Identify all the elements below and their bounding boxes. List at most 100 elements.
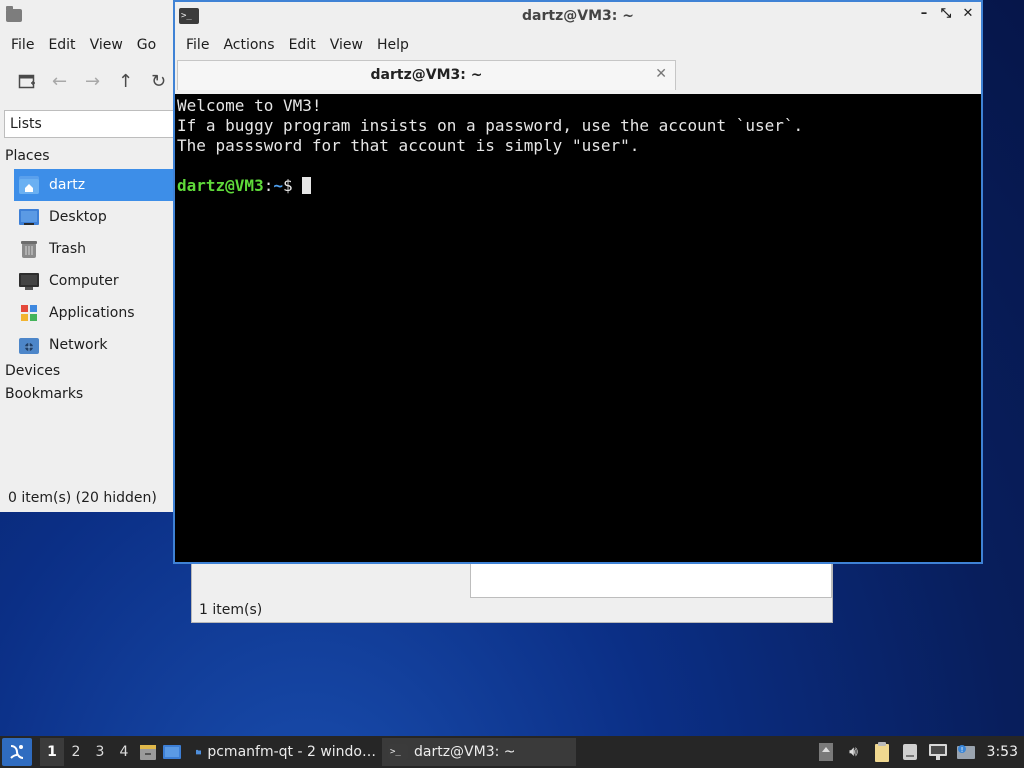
file-list-pane[interactable] — [470, 563, 832, 598]
computer-icon — [19, 272, 39, 290]
notification-button[interactable]: ! — [955, 741, 977, 763]
devices-heading[interactable]: Devices — [5, 363, 60, 379]
drive-icon — [902, 744, 917, 760]
place-item-desktop[interactable]: Desktop — [14, 201, 176, 233]
terminal-output[interactable]: Welcome to VM3! If a buggy program insist… — [175, 94, 981, 562]
terminal-icon: >_ — [388, 744, 408, 760]
desktop-switch-1[interactable]: 1 — [40, 738, 64, 766]
quicklaunch-file-manager[interactable] — [136, 738, 160, 766]
start-menu-button[interactable] — [2, 738, 32, 766]
minimize-button[interactable]: – — [917, 6, 931, 21]
window-controls: – ⤡ ✕ — [917, 6, 975, 21]
term-menu-view[interactable]: View — [323, 37, 370, 53]
fm-menu-view[interactable]: View — [83, 37, 130, 53]
prompt-symbol: $ — [282, 176, 303, 195]
arrow-up-icon: ↑ — [117, 70, 134, 92]
terminal-line: Welcome to VM3! — [177, 96, 322, 115]
network-icon — [19, 336, 39, 354]
maximize-button[interactable]: ⤡ — [939, 6, 953, 21]
volume-button[interactable]: 🔊︎ — [843, 741, 865, 763]
new-tab-button[interactable] — [10, 66, 43, 96]
arrow-left-icon: ← — [51, 70, 68, 92]
place-label: Desktop — [49, 209, 107, 225]
place-label: Computer — [49, 273, 119, 289]
desktop-switch-3[interactable]: 3 — [88, 738, 112, 766]
trash-icon — [19, 240, 39, 258]
term-menu-edit[interactable]: Edit — [282, 37, 323, 53]
tab-close-button[interactable]: ✕ — [655, 66, 667, 82]
home-folder-icon — [19, 176, 39, 194]
place-label: dartz — [49, 177, 86, 193]
desktop-switch-2[interactable]: 2 — [64, 738, 88, 766]
place-item-network[interactable]: Network — [14, 329, 176, 361]
bookmarks-heading[interactable]: Bookmarks — [5, 386, 83, 402]
network-status-button[interactable] — [927, 741, 949, 763]
clipboard-button[interactable] — [871, 741, 893, 763]
fm-menu-edit[interactable]: Edit — [41, 37, 82, 53]
place-label: Network — [49, 337, 108, 353]
desktop-switch-4[interactable]: 4 — [112, 738, 136, 766]
terminal-prompt-line: dartz@VM3:~$ — [177, 176, 979, 196]
window-title: dartz@VM3: ~ — [522, 8, 634, 24]
tray-updates-button[interactable] — [815, 741, 837, 763]
svg-text:!: ! — [960, 746, 963, 754]
forward-button[interactable]: → — [76, 66, 109, 96]
close-button[interactable]: ✕ — [961, 6, 975, 21]
terminal-window: >_ dartz@VM3: ~ – ⤡ ✕ File Actions Edit … — [173, 0, 983, 564]
term-menu-help[interactable]: Help — [370, 37, 416, 53]
task-label: dartz@VM3: ~ — [414, 744, 516, 760]
close-icon: ✕ — [962, 6, 974, 21]
file-manager-titlebar[interactable] — [0, 0, 175, 30]
network-wired-icon — [928, 744, 947, 760]
terminal-line: The passsword for that account is simply… — [177, 136, 640, 155]
system-tray: 🔊︎ ! 3:53 — [815, 736, 1024, 768]
terminal-titlebar[interactable]: >_ dartz@VM3: ~ – ⤡ ✕ — [175, 2, 981, 30]
new-tab-icon — [18, 74, 35, 89]
term-menu-actions[interactable]: Actions — [216, 37, 281, 53]
fm-menu-go[interactable]: Go — [130, 37, 163, 53]
tab-label: dartz@VM3: ~ — [370, 67, 483, 83]
task-button-pcmanfm[interactable]: pcmanfm-qt - 2 windo… — [190, 738, 382, 766]
places-heading[interactable]: Places — [5, 148, 50, 164]
back-button[interactable]: ← — [43, 66, 76, 96]
prompt-path: ~ — [273, 176, 283, 195]
clipboard-icon — [874, 742, 889, 762]
close-icon: ✕ — [655, 66, 667, 82]
terminal-line: If a buggy program insists on a password… — [177, 116, 804, 135]
desktop-icon — [163, 745, 181, 759]
side-pane-mode-dropdown[interactable]: Lists — [4, 110, 176, 138]
speaker-icon: 🔊︎ — [849, 744, 858, 760]
fm-menu-file[interactable]: File — [4, 37, 41, 53]
up-button[interactable]: ↑ — [109, 66, 142, 96]
status-bar-text: 1 item(s) — [199, 602, 263, 618]
clock[interactable]: 3:53 — [987, 744, 1018, 760]
reload-icon: ↻ — [150, 70, 167, 92]
place-item-computer[interactable]: Computer — [14, 265, 176, 297]
removable-media-button[interactable] — [899, 741, 921, 763]
place-label: Applications — [49, 305, 135, 321]
file-manager-menubar: File Edit View Go — [0, 30, 175, 60]
task-label: pcmanfm-qt - 2 windo… — [207, 744, 376, 760]
terminal-menubar: File Actions Edit View Help — [175, 30, 981, 60]
terminal-tab-bar: dartz@VM3: ~ ✕ — [175, 60, 981, 90]
status-bar-text: 0 item(s) (20 hidden) — [8, 490, 157, 506]
folder-icon — [196, 749, 202, 755]
taskbar: 1 2 3 4 pcmanfm-qt - 2 windo… >_ dartz@V… — [0, 736, 1024, 768]
desktop-icon — [19, 208, 39, 226]
place-item-applications[interactable]: Applications — [14, 297, 176, 329]
place-item-dartz[interactable]: dartz — [14, 169, 176, 201]
applications-icon — [19, 304, 39, 322]
terminal-tab[interactable]: dartz@VM3: ~ ✕ — [177, 60, 676, 90]
file-cabinet-icon — [140, 745, 156, 760]
upload-icon — [818, 743, 833, 761]
lxqt-logo-icon — [10, 745, 24, 759]
restore-icon: ⤡ — [940, 6, 952, 21]
term-menu-file[interactable]: File — [179, 37, 216, 53]
place-label: Trash — [49, 241, 86, 257]
place-item-trash[interactable]: Trash — [14, 233, 176, 265]
task-button-terminal[interactable]: >_ dartz@VM3: ~ — [382, 738, 576, 766]
quicklaunch-show-desktop[interactable] — [160, 738, 184, 766]
file-manager-window: File Edit View Go ← → ↑ ↻ Lists Places d… — [0, 0, 176, 512]
reload-button[interactable]: ↻ — [142, 66, 175, 96]
